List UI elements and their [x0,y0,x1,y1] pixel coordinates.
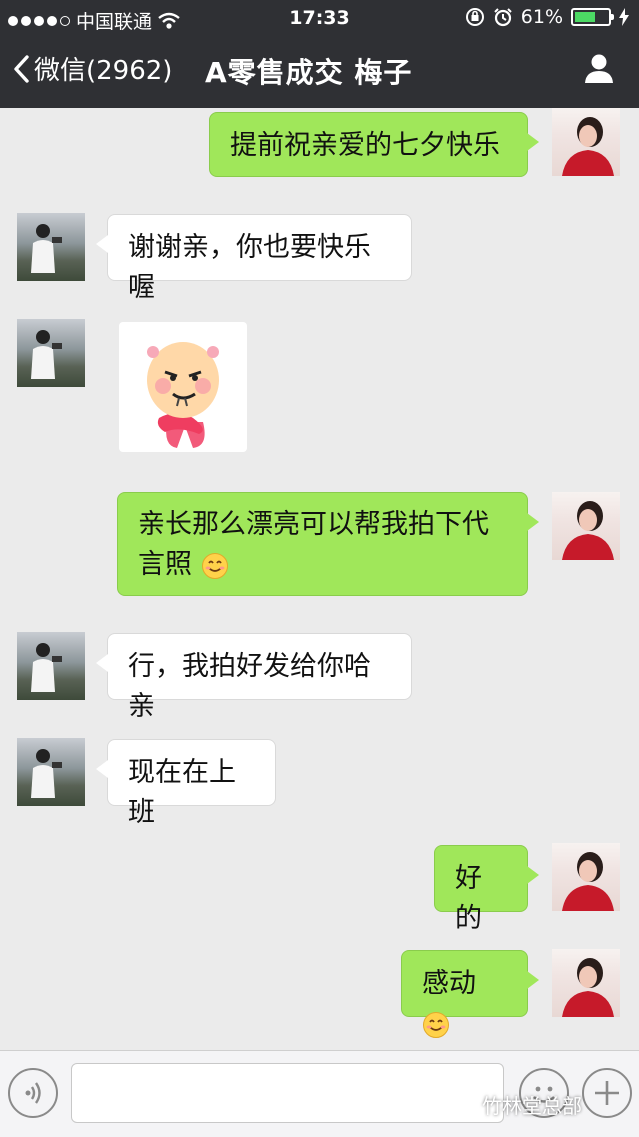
message-bubble[interactable]: 行，我拍好发给你哈亲 [96,633,412,722]
avatar-image [562,852,614,911]
message-bubble[interactable]: 谢谢亲，你也要快乐喔 [96,214,412,303]
contact-avatar[interactable] [17,319,85,387]
contact-avatar[interactable] [17,632,85,700]
message-input[interactable] [71,1063,504,1123]
avatar-image [562,958,614,1017]
avatar-image [31,330,62,379]
message-text-line2-wrap: 言照 [138,545,507,585]
message-text-line1: 亲长那么漂亮可以帮我拍下代 [138,509,489,540]
sticker-message[interactable] [119,322,247,452]
back-button[interactable]: 微信(2962) [12,50,172,87]
charging-icon [619,8,629,26]
avatar-image [562,501,614,560]
nav-bar: 微信(2962) A零售成交 梅子 [0,38,639,108]
top-bar: 中国联通 17:33 61% 微信(2962) A零售成交 梅子 [0,0,639,108]
plus-icon [595,1081,619,1105]
chevron-left-icon [14,54,29,83]
message-text: 提前祝亲爱的七夕快乐 [230,130,500,161]
more-button[interactable] [582,1068,632,1118]
back-label: 微信(2962) [34,56,173,86]
message-bubble[interactable]: 提前祝亲爱的七夕快乐 [209,112,539,177]
avatar-image [31,224,62,273]
self-avatar[interactable] [552,108,620,176]
self-avatar[interactable] [552,949,620,1017]
message-text-line2: 言照 [138,549,192,580]
status-bar: 中国联通 17:33 61% [0,0,639,38]
cartoon-face-sticker-icon [147,342,219,448]
message-text: 好的 [455,863,482,934]
smile-emoji-icon [201,552,228,579]
chat-title: A零售成交 梅子 [205,56,413,89]
chat-info-button[interactable] [583,52,615,88]
watermark: 竹林堂总部 [482,1090,582,1119]
message-bubble[interactable]: 好的 [434,845,539,934]
battery-icon [571,8,614,26]
self-avatar[interactable] [552,843,620,911]
status-right: 61% [465,6,629,28]
message-text: 谢谢亲，你也要快乐喔 [128,232,371,303]
avatar-image [562,117,614,176]
contact-avatar[interactable] [17,738,85,806]
voice-input-button[interactable] [8,1068,58,1118]
battery-percent: 61% [520,6,563,28]
person-icon [585,54,613,83]
voice-icon [25,1082,41,1104]
message-bubble[interactable]: 感动 [401,950,539,1038]
message-text: 现在在上班 [128,757,236,828]
self-avatar[interactable] [552,492,620,560]
message-text: 行，我拍好发给你哈亲 [128,651,371,722]
contact-avatar[interactable] [17,213,85,281]
message-bubble[interactable]: 亲长那么漂亮可以帮我拍下代 言照 [117,492,539,596]
alarm-icon [494,8,512,27]
message-bubble[interactable]: 现在在上班 [96,739,276,828]
avatar-image [31,749,62,798]
rotation-lock-icon [465,8,484,26]
avatar-image [31,643,62,692]
smile-emoji-icon [423,1011,449,1038]
message-text: 感动 [422,968,476,999]
watermark-text: 竹林堂总部 [482,1094,582,1118]
